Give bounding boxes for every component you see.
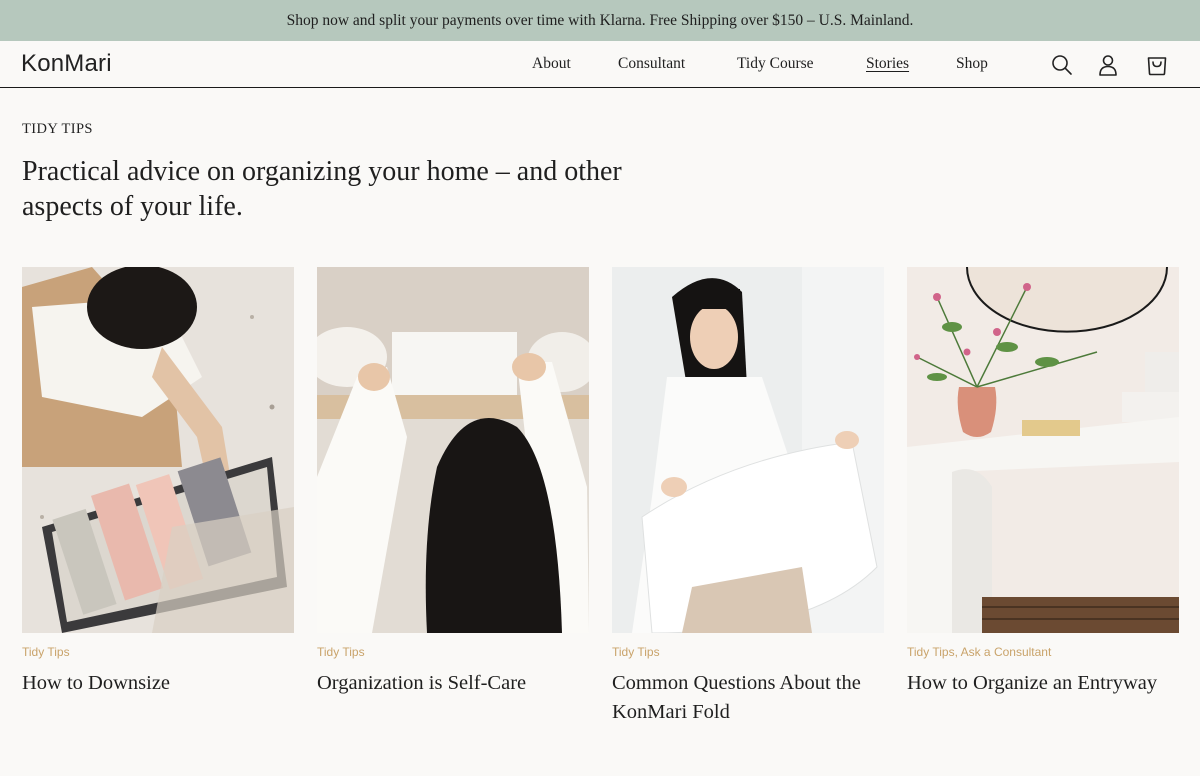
- story-categories: Tidy Tips: [612, 645, 884, 661]
- category-link[interactable]: Tidy Tips: [317, 645, 365, 659]
- story-card: Tidy Tips How to Downsize: [22, 267, 294, 698]
- nav-shop[interactable]: Shop: [956, 55, 988, 73]
- site-header: KonMari About Consultant Tidy Course Sto…: [0, 41, 1200, 88]
- story-title[interactable]: Common Questions About the KonMari Fold: [612, 669, 884, 727]
- category-link[interactable]: Tidy Tips: [612, 645, 660, 659]
- category-link[interactable]: Ask a Consultant: [961, 645, 1052, 659]
- nav-about[interactable]: About: [532, 55, 571, 73]
- story-image-packing-suitcase[interactable]: [22, 267, 294, 633]
- story-image-folding-sheet[interactable]: [612, 267, 884, 633]
- nav-tidy-course[interactable]: Tidy Course: [737, 55, 814, 73]
- cart-icon[interactable]: [1145, 53, 1169, 77]
- promo-banner[interactable]: Shop now and split your payments over ti…: [0, 0, 1200, 41]
- story-categories: Tidy Tips, Ask a Consultant: [907, 645, 1179, 661]
- story-categories: Tidy Tips: [22, 645, 294, 661]
- nav-stories[interactable]: Stories: [866, 55, 909, 73]
- story-title[interactable]: How to Downsize: [22, 669, 294, 698]
- category-link[interactable]: Tidy Tips: [22, 645, 70, 659]
- nav-consultant[interactable]: Consultant: [618, 55, 685, 73]
- account-icon[interactable]: [1096, 53, 1120, 77]
- promo-text: Shop now and split your payments over ti…: [286, 11, 914, 29]
- search-icon[interactable]: [1050, 53, 1074, 77]
- story-card: Tidy Tips Common Questions About the Kon…: [612, 267, 884, 727]
- story-categories: Tidy Tips: [317, 645, 589, 661]
- story-image-entryway[interactable]: [907, 267, 1179, 633]
- page-headline: Practical advice on organizing your home…: [22, 156, 622, 222]
- section-eyebrow: TIDY TIPS: [22, 121, 93, 137]
- story-title[interactable]: Organization is Self-Care: [317, 669, 589, 698]
- story-card: Tidy Tips Organization is Self-Care: [317, 267, 589, 698]
- main-nav: About Consultant Tidy Course Stories Sho…: [0, 41, 1200, 88]
- story-image-shelf[interactable]: [317, 267, 589, 633]
- story-title[interactable]: How to Organize an Entryway: [907, 669, 1179, 698]
- story-card: Tidy Tips, Ask a Consultant How to Organ…: [907, 267, 1179, 698]
- category-link[interactable]: Tidy Tips: [907, 645, 955, 659]
